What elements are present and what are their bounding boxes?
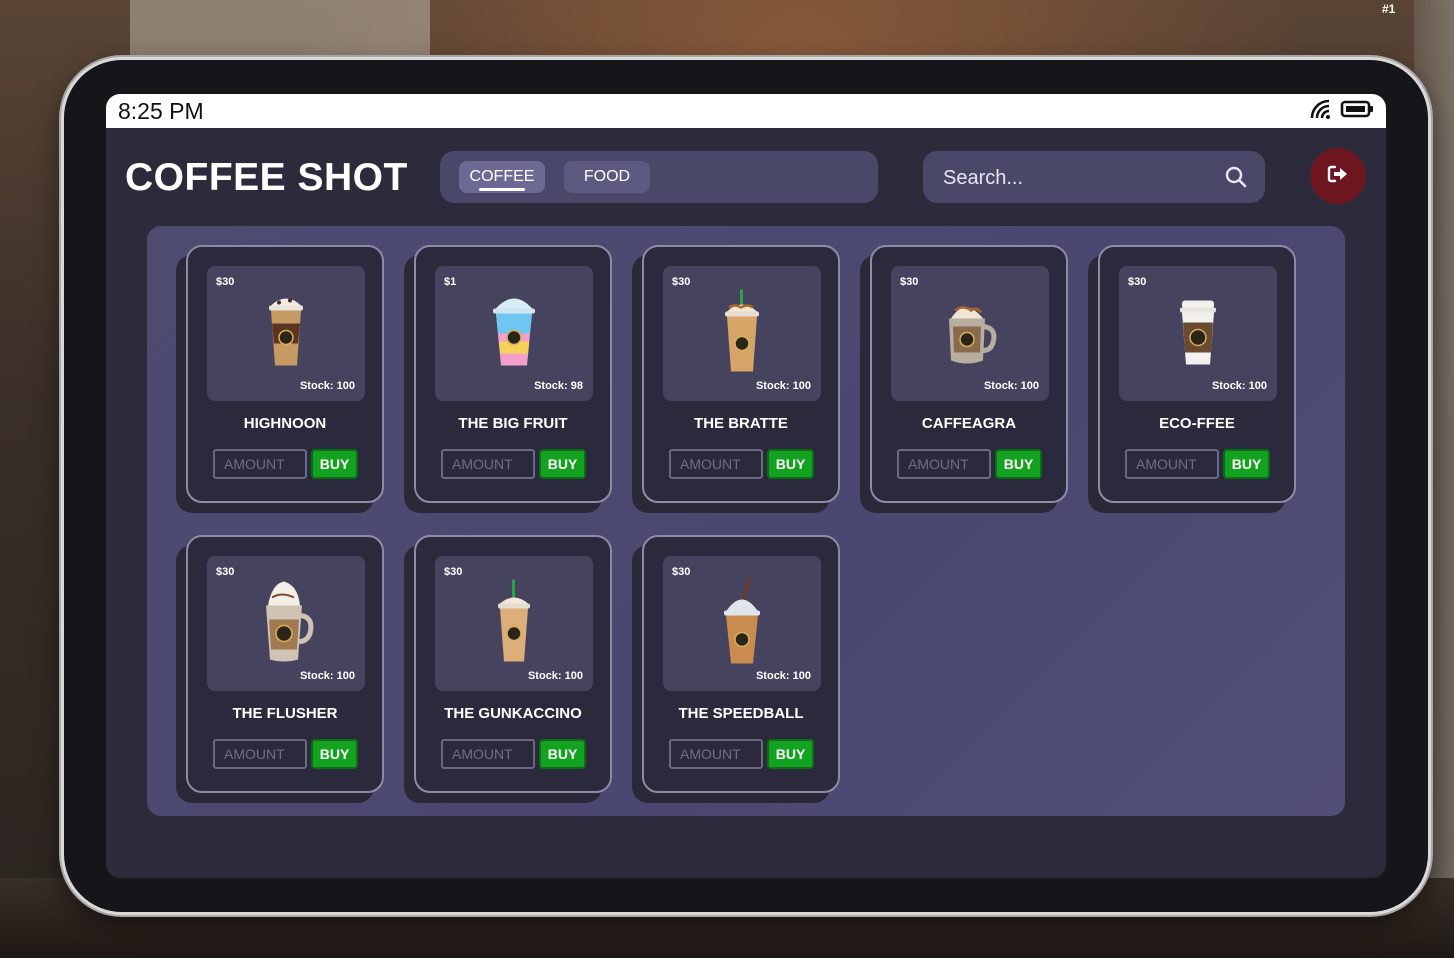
logout-icon [1327,164,1349,189]
product-card-3: $30 Stock: 100 THE BRATTE BUY [642,245,840,503]
amount-input[interactable] [441,449,535,479]
product-stock: Stock: 100 [299,380,355,392]
product-image-area: $30 Stock: 100 [663,556,821,691]
search-input[interactable] [941,161,1215,195]
product-image-area: $1 Stock: 98 [435,266,593,401]
product-name: THE BRATTE [694,415,788,432]
buy-button[interactable]: BUY [767,739,814,769]
product-price: $30 [672,566,691,578]
product-price: $30 [216,566,235,578]
wifi-icon [1310,99,1332,124]
product-stock: Stock: 100 [755,380,811,392]
active-tab-indicator [479,188,525,191]
product-image-area: $30 Stock: 100 [891,266,1049,401]
product-card-8: $30 Stock: 100 THE SPEEDBALL BUY [642,535,840,793]
tablet-frame: 8:25 PM COFFEE SHOT COFFEE FOOD Search..… [64,60,1428,912]
iced-latte-straw-icon [493,579,535,668]
caramel-frappe-straw-icon [719,289,765,378]
amount-input[interactable] [669,739,763,769]
background-shelf [130,0,430,60]
status-time: 8:25 PM [118,97,204,124]
product-stock: Stock: 100 [527,670,583,682]
product-image-area: $30 Stock: 100 [207,556,365,691]
product-image-area: $30 Stock: 100 [1119,266,1277,401]
amount-input[interactable] [441,739,535,769]
product-name: HIGHNOON [243,415,327,432]
tab-coffee-label: COFFEE [469,168,535,185]
buy-button[interactable]: BUY [539,739,586,769]
product-stock: Stock: 100 [755,670,811,682]
product-price: $1 [444,276,457,288]
buy-button[interactable]: BUY [1223,449,1270,479]
tablet-screen: 8:25 PM COFFEE SHOT COFFEE FOOD Search..… [106,94,1386,878]
product-stock: Stock: 100 [983,380,1039,392]
battery-icon [1340,99,1374,124]
iced-coffee-chocolate-icon [263,293,309,374]
tab-food[interactable]: FOOD [564,161,650,193]
status-bar: 8:25 PM [106,94,1386,128]
amount-input[interactable] [213,739,307,769]
product-name: THE GUNKACCINO [444,705,582,722]
buy-button[interactable]: BUY [311,739,358,769]
rainbow-frappe-icon [489,293,539,374]
amount-input[interactable] [669,449,763,479]
product-name: ECO-FFEE [1159,415,1235,432]
product-card-1: $30 Stock: 100 HIGHNOON BUY [186,245,384,503]
buy-button[interactable]: BUY [539,449,586,479]
product-stock: Stock: 98 [534,380,583,392]
product-card-5: $30 Stock: 100 ECO-FFEE BUY [1098,245,1296,503]
takeaway-coffee-cup-icon [1176,296,1220,371]
category-tabs: COFFEE FOOD [440,151,878,203]
amount-input[interactable] [897,449,991,479]
app-title: COFFEE SHOT [125,156,408,199]
whipped-cream-mug-icon [258,579,314,668]
product-price: $30 [900,276,919,288]
buy-button[interactable]: BUY [311,449,358,479]
product-name: THE SPEEDBALL [678,705,804,722]
buy-button[interactable]: BUY [995,449,1042,479]
coffee-mug-cream-icon [943,296,997,371]
product-name: THE FLUSHER [232,705,338,722]
product-name: CAFFEAGRA [921,415,1017,432]
buy-button[interactable]: BUY [767,449,814,479]
product-image-area: $30 Stock: 100 [435,556,593,691]
product-price: $30 [444,566,463,578]
status-icons [1310,99,1374,124]
product-panel: $30 Stock: 100 HIGHNOON BUY $1 Stock: 98… [147,226,1345,816]
app-header: COFFEE SHOT COFFEE FOOD [106,128,1386,224]
product-image-area: $30 Stock: 100 [207,266,365,401]
hud-rank: #1 [1382,2,1396,16]
product-grid: $30 Stock: 100 HIGHNOON BUY $1 Stock: 98… [186,245,1296,793]
logout-button[interactable] [1310,148,1366,204]
product-price: $30 [672,276,691,288]
product-name: THE BIG FRUIT [458,415,568,432]
search-box [923,151,1265,203]
product-card-2: $1 Stock: 98 THE BIG FRUIT BUY [414,245,612,503]
frappe-dome-lid-icon [720,576,764,670]
product-price: $30 [1128,276,1147,288]
search-icon[interactable] [1225,166,1247,193]
product-card-7: $30 Stock: 100 THE GUNKACCINO BUY [414,535,612,793]
product-price: $30 [216,276,235,288]
tab-food-label: FOOD [583,168,631,185]
product-stock: Stock: 100 [299,670,355,682]
product-card-4: $30 Stock: 100 CAFFEAGRA BUY [870,245,1068,503]
tab-coffee[interactable]: COFFEE [459,161,545,193]
product-card-6: $30 Stock: 100 THE FLUSHER BUY [186,535,384,793]
product-stock: Stock: 100 [1211,380,1267,392]
amount-input[interactable] [213,449,307,479]
product-image-area: $30 Stock: 100 [663,266,821,401]
amount-input[interactable] [1125,449,1219,479]
